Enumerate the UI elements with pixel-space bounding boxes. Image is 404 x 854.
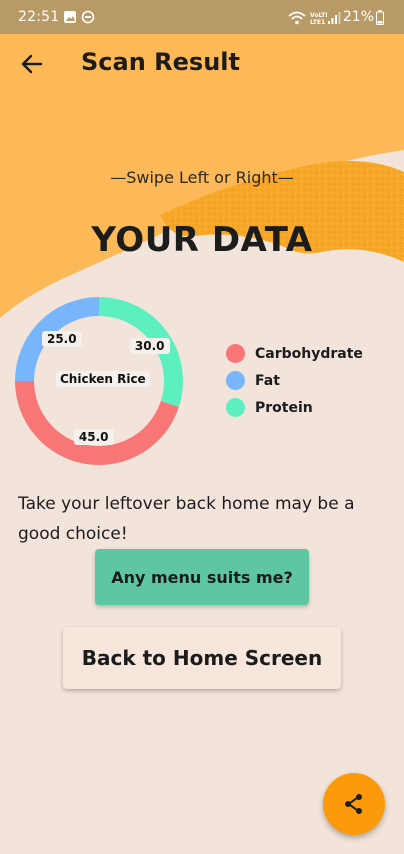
legend-item-fat: Fat [226, 367, 363, 394]
legend-label: Fat [255, 372, 280, 389]
legend-color-dot [226, 398, 245, 417]
image-icon [64, 11, 76, 23]
legend-color-dot [226, 344, 245, 363]
swipe-hint: —Swipe Left or Right— [110, 168, 294, 187]
data-heading: YOUR DATA [91, 220, 313, 260]
value-label-protein: 30.0 [129, 337, 170, 354]
chart-legend: Carbohydrate Fat Protein [226, 340, 363, 421]
battery-icon [376, 10, 384, 25]
signal-icon [328, 12, 341, 24]
value-label-fat: 25.0 [41, 330, 82, 347]
menu-suggestion-button[interactable]: Any menu suits me? [95, 549, 309, 605]
battery-level: 21% [342, 9, 374, 25]
legend-label: Carbohydrate [255, 345, 363, 362]
volte-icon: VoLTE LTE1 [310, 12, 327, 25]
status-time: 22:51 [18, 9, 60, 25]
legend-label: Protein [255, 399, 313, 416]
chart-center-label: Chicken Rice [56, 371, 150, 387]
svg-text:LTE1: LTE1 [310, 19, 325, 25]
app-bar: Scan Result [0, 34, 404, 94]
value-label-carbohydrate: 45.0 [73, 429, 114, 446]
do-not-disturb-icon [81, 10, 95, 24]
page-title: Scan Result [81, 48, 240, 76]
legend-item-carbohydrate: Carbohydrate [226, 340, 363, 367]
donut-segment-carbohydrate [15, 381, 179, 465]
wifi-icon [288, 11, 306, 25]
legend-item-protein: Protein [226, 394, 363, 421]
legend-color-dot [226, 371, 245, 390]
share-icon [345, 794, 362, 814]
status-bar: 22:51 VoLTE LTE1 21% [0, 0, 404, 34]
arrow-left-icon[interactable] [18, 50, 46, 78]
share-button[interactable] [323, 773, 385, 835]
advice-text: Take your leftover back home may be a go… [18, 494, 355, 544]
back-home-button[interactable]: Back to Home Screen [63, 627, 341, 689]
svg-text:VoLTE: VoLTE [310, 12, 327, 19]
